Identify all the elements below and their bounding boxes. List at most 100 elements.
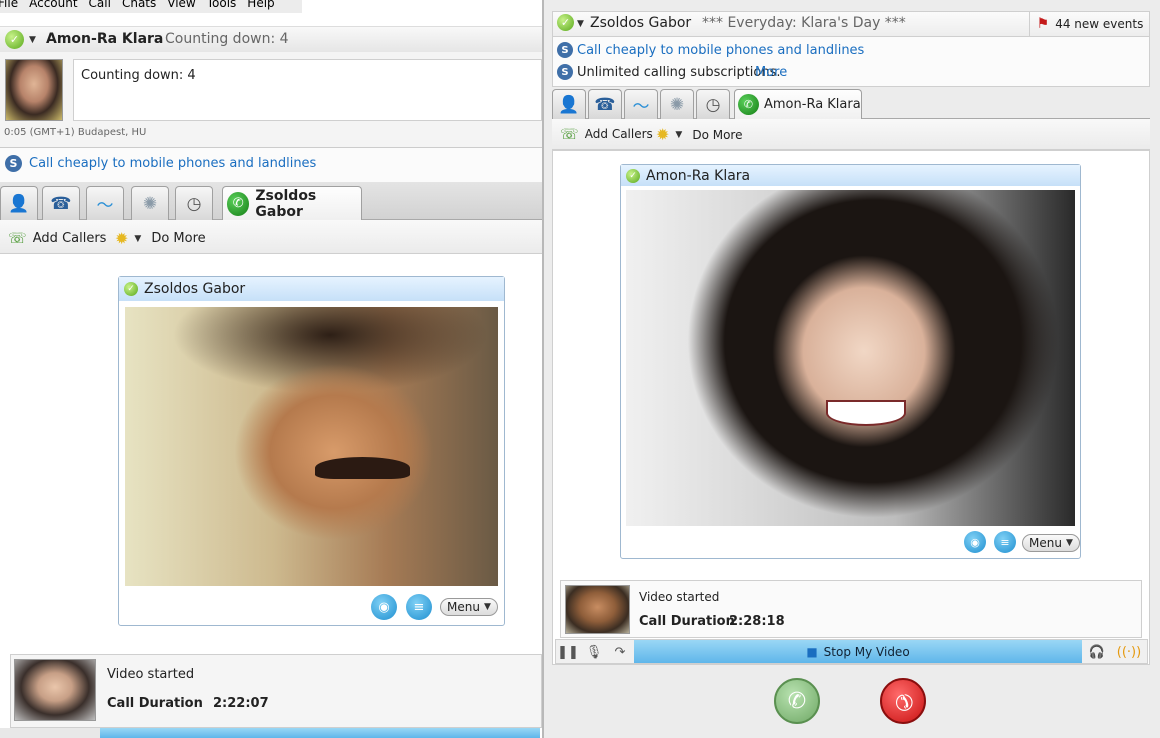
phone-icon: ✆: [738, 94, 759, 115]
clock-icon: ◷: [705, 94, 721, 115]
video-camera-icon: ■: [806, 644, 818, 659]
gear-icon: ✹: [115, 229, 129, 248]
hold-button[interactable]: ❚❚: [557, 642, 579, 662]
call-quality-button[interactable]: ((·)): [1114, 642, 1144, 662]
menu-call[interactable]: Call: [89, 0, 122, 13]
subscription-more-link[interactable]: More: [755, 65, 787, 80]
gear-icon: ✹: [656, 125, 670, 144]
add-callers-label: Add Callers: [32, 230, 107, 246]
tab-more[interactable]: ✺: [131, 186, 169, 220]
call-duration-value: 2:22:07: [213, 696, 269, 711]
mood-message-text: Counting down: 4: [81, 68, 196, 83]
tab-call-phones[interactable]: ☎: [588, 89, 622, 119]
menu-view[interactable]: View: [167, 0, 206, 13]
snapshot-button[interactable]: ◉: [371, 594, 397, 620]
tab-contacts[interactable]: 👤: [552, 89, 586, 119]
menu-tools[interactable]: Tools: [207, 0, 248, 13]
hang-up-icon: ✆: [887, 685, 919, 717]
answer-call-button[interactable]: ✆: [774, 678, 820, 724]
tab-history[interactable]: ◷: [696, 89, 730, 119]
remote-video-panel: Amon-Ra Klara ◉ ≡ Menu▼: [620, 164, 1081, 559]
right-call-toolbar: ☏ Add Callers ✹ ▼ Do More: [552, 119, 1150, 150]
transfer-button[interactable]: ↷: [610, 642, 630, 662]
new-events-label: 44 new events: [1055, 17, 1144, 31]
do-more-label: Do More: [692, 127, 743, 142]
chat-icon: ≡: [413, 599, 425, 615]
call-duration-label: Call Duration: [639, 614, 735, 629]
phone-book-icon: ☎: [50, 193, 72, 214]
left-control-buttons[interactable]: [0, 728, 100, 738]
menu-file[interactable]: File: [0, 0, 29, 13]
skype-icon: S: [5, 155, 22, 172]
video-detail: [826, 400, 906, 426]
tab-history[interactable]: ◷: [175, 186, 213, 220]
chat-button[interactable]: ≡: [406, 594, 432, 620]
mute-button[interactable]: 🎙: [584, 642, 604, 662]
add-callers-button[interactable]: ☏ Add Callers: [560, 125, 653, 143]
transfer-icon: ↷: [614, 644, 626, 660]
pulse-icon: 〜: [96, 196, 114, 216]
tab-live[interactable]: 〜: [624, 89, 658, 119]
video-caller-name: Amon-Ra Klara: [646, 167, 751, 184]
menu-help[interactable]: Help: [247, 0, 285, 13]
online-status-icon: [124, 282, 138, 296]
do-more-label: Do More: [151, 231, 206, 246]
left-profile-header: ▼ Amon-Ra Klara Counting down: 4: [0, 26, 542, 52]
video-menu-button[interactable]: Menu ▼: [440, 598, 498, 616]
skype-icon: S: [557, 42, 573, 58]
tab-call-amon-ra[interactable]: ✆ Amon-Ra Klara: [734, 89, 862, 119]
phone-book-icon: ☎: [594, 94, 616, 115]
self-video-thumbnail[interactable]: [565, 585, 630, 634]
profile-mood: Counting down: 4: [165, 31, 289, 47]
online-status-icon[interactable]: [557, 14, 574, 31]
promo-link[interactable]: Call cheaply to mobile phones and landli…: [577, 43, 864, 58]
menu-chats[interactable]: Chats: [122, 0, 167, 13]
tab-call-zsoldos[interactable]: ✆ Zsoldos Gabor: [222, 186, 362, 220]
camera-icon: ◉: [378, 599, 390, 615]
stop-video-button[interactable]: ■ Stop My Video: [634, 640, 1082, 663]
right-promo-panel: S Call cheaply to mobile phones and land…: [552, 37, 1150, 87]
tab-more[interactable]: ✺: [660, 89, 694, 119]
chevron-down-icon[interactable]: ▼: [577, 19, 584, 29]
sun-icon: ✺: [669, 94, 685, 115]
chevron-down-icon[interactable]: ▼: [29, 35, 36, 45]
online-status-icon[interactable]: [5, 30, 24, 49]
phone-icon: ✆: [227, 191, 250, 216]
right-call-status-card: Video started Call Duration 2:28:18: [560, 580, 1142, 638]
new-events-button[interactable]: ⚑ 44 new events: [1029, 11, 1150, 37]
call-tab-label: Amon-Ra Klara: [764, 97, 861, 112]
menu-bar: File Account Call Chats View Tools Help: [0, 0, 302, 13]
contacts-icon: 👤: [558, 94, 580, 115]
hang-up-button[interactable]: ✆: [880, 678, 926, 724]
microphone-icon: 🎙: [585, 644, 603, 660]
tab-call-phones[interactable]: ☎: [42, 186, 80, 220]
location-time: 0:05 (GMT+1) Budapest, HU: [4, 127, 147, 138]
remote-video-feed: [125, 307, 498, 586]
remote-video-panel: Zsoldos Gabor ◉ ≡ Menu▼: [118, 276, 505, 626]
clock-icon: ◷: [186, 193, 202, 214]
self-video-thumbnail[interactable]: [14, 659, 96, 721]
online-status-icon: [626, 168, 640, 183]
chevron-down-icon: ▼: [483, 602, 491, 612]
chevron-down-icon: ▼: [134, 233, 142, 244]
promo-link[interactable]: Call cheaply to mobile phones and landli…: [29, 156, 316, 171]
mood-message-field[interactable]: Counting down: 4: [73, 59, 542, 121]
call-tab-label: Zsoldos Gabor: [255, 187, 317, 220]
chat-button[interactable]: ≡: [994, 531, 1016, 553]
menu-account[interactable]: Account: [29, 0, 88, 13]
do-more-button[interactable]: ✹ ▼ Do More: [656, 125, 742, 144]
video-menu-button[interactable]: Menu ▼: [1022, 534, 1080, 552]
do-more-button[interactable]: ✹ ▼ Do More: [115, 229, 206, 248]
sun-icon: ✺: [142, 193, 158, 214]
avatar[interactable]: [5, 59, 63, 121]
add-callers-icon: ☏: [560, 125, 579, 143]
snapshot-button[interactable]: ◉: [964, 531, 986, 553]
stop-video-label: Stop My Video: [823, 644, 910, 659]
audio-device-button[interactable]: 🎧: [1086, 642, 1108, 662]
tab-contacts[interactable]: 👤: [0, 186, 38, 220]
tab-live[interactable]: 〜: [86, 186, 124, 220]
left-control-bar[interactable]: [100, 728, 540, 738]
add-callers-button[interactable]: ☏ Add Callers: [8, 229, 106, 247]
signal-icon: ((·)): [1116, 644, 1142, 660]
chevron-down-icon: ▼: [675, 129, 683, 140]
